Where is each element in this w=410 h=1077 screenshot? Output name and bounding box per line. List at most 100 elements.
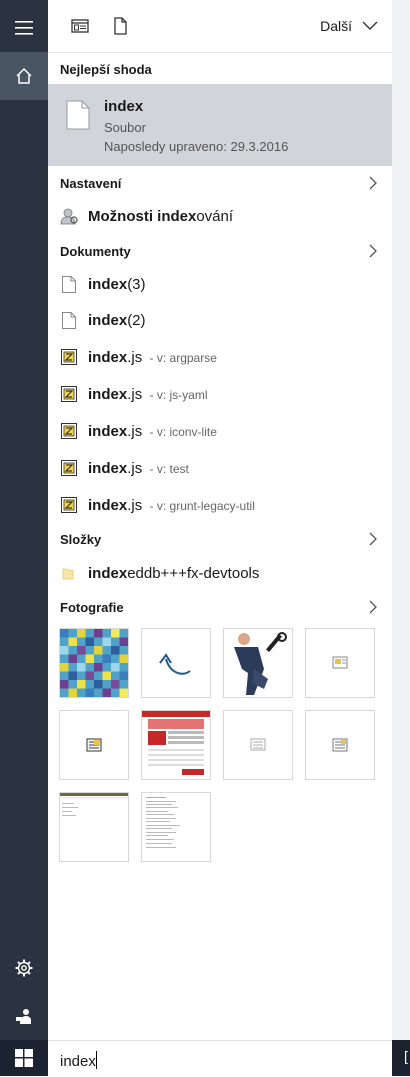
settings-section-header[interactable]: Nastavení <box>48 166 392 200</box>
search-input[interactable]: index <box>60 1053 96 1070</box>
photo-thumbnail[interactable] <box>59 710 129 780</box>
document-item[interactable]: index.js - v: grunt-legacy-util <box>48 487 392 523</box>
back-arrow-image <box>159 653 191 675</box>
photo-thumbnail[interactable] <box>141 710 211 780</box>
filter-toolbar: Další <box>48 0 392 53</box>
document-icon <box>60 311 78 329</box>
document-name-rest: .js <box>127 422 143 440</box>
settings-item-rest: ování <box>196 207 234 225</box>
desktop-edge: [ <box>392 0 410 1076</box>
more-filters-label: Další <box>320 18 352 34</box>
photo-thumbnail[interactable] <box>223 710 293 780</box>
settings-button[interactable] <box>0 944 48 992</box>
home-button[interactable] <box>0 52 48 100</box>
settings-header-label: Nastavení <box>60 175 122 191</box>
image-file-icon <box>86 738 102 752</box>
document-name-bold: index <box>88 275 128 293</box>
chevron-right-icon <box>369 244 377 258</box>
businessman-image <box>234 632 287 695</box>
taskbar-glyph: [ <box>404 1048 408 1064</box>
windows-logo-icon <box>15 1049 33 1067</box>
folders-header-label: Složky <box>60 531 102 547</box>
photo-thumbnail[interactable] <box>59 792 129 862</box>
documents-filter-icon[interactable] <box>110 16 130 36</box>
folder-icon <box>60 564 78 582</box>
left-rail <box>0 0 48 1076</box>
best-match-header-label: Nejlepší shoda <box>60 61 152 77</box>
js-file-icon <box>60 348 78 366</box>
image-file-icon <box>250 738 266 751</box>
document-item[interactable]: index.js - v: js-yaml <box>48 376 392 412</box>
folder-name-bold: index <box>88 564 128 582</box>
document-name-rest: (3) <box>127 275 146 293</box>
document-name-rest: (2) <box>127 311 146 329</box>
indexing-user-icon <box>60 207 78 225</box>
taskbar-edge: [ <box>392 1040 410 1076</box>
photos-section-header[interactable]: Fotografie <box>48 590 392 624</box>
webpage-screenshot-image <box>142 711 210 775</box>
document-location: - v: test <box>146 461 189 476</box>
document-location: - v: iconv-lite <box>146 424 217 439</box>
photo-thumbnail[interactable] <box>59 628 129 698</box>
photo-thumbnail[interactable] <box>223 628 293 698</box>
document-item[interactable]: index.js - v: argparse <box>48 339 392 375</box>
document-name-bold: index <box>88 348 128 366</box>
document-name-bold: index <box>88 459 128 477</box>
best-match-title: index <box>104 98 144 115</box>
photos-header-label: Fotografie <box>60 599 124 615</box>
document-location: - v: argparse <box>146 350 217 365</box>
folder-name-rest: eddb+++fx-devtools <box>127 564 260 582</box>
apps-filter-icon[interactable] <box>70 16 90 36</box>
document-name-bold: index <box>88 496 128 514</box>
folder-item[interactable]: indexeddb+++fx-devtools <box>48 555 392 591</box>
more-filters-dropdown[interactable]: Další <box>320 18 378 34</box>
hamburger-menu-button[interactable] <box>0 4 48 52</box>
document-name-bold: index <box>88 385 128 403</box>
documents-section-header[interactable]: Dokumenty <box>48 234 392 268</box>
feedback-person-icon <box>16 1009 31 1024</box>
js-file-icon <box>60 459 78 477</box>
document-name-rest: .js <box>127 385 143 403</box>
chevron-right-icon <box>369 176 377 190</box>
best-match-item[interactable]: index Soubor Naposledy upraveno: 29.3.20… <box>48 84 392 166</box>
photo-thumbnail[interactable] <box>141 628 211 698</box>
document-item[interactable]: index.js - v: test <box>48 450 392 486</box>
document-name-rest: .js <box>127 496 143 514</box>
image-file-icon <box>332 738 348 752</box>
best-match-modified: Naposledy upraveno: 29.3.2016 <box>104 139 289 154</box>
text-caret <box>95 1051 97 1069</box>
document-item[interactable]: index.js - v: iconv-lite <box>48 413 392 449</box>
start-button[interactable] <box>0 1040 48 1076</box>
feedback-button[interactable] <box>0 992 48 1040</box>
photo-thumbnail[interactable] <box>305 710 375 780</box>
search-bar[interactable]: index <box>48 1040 392 1077</box>
document-location: - v: grunt-legacy-util <box>146 498 255 513</box>
hamburger-icon <box>15 21 33 35</box>
mosaic-image <box>60 629 128 697</box>
document-name-rest: .js <box>127 348 143 366</box>
js-file-icon <box>60 496 78 514</box>
folders-section-header[interactable]: Složky <box>48 522 392 556</box>
js-file-icon <box>60 385 78 403</box>
document-item[interactable]: index(3) <box>48 266 392 302</box>
document-icon <box>60 275 78 293</box>
document-name-bold: index <box>88 422 128 440</box>
best-match-type: Soubor <box>104 120 146 135</box>
document-screenshot-image <box>60 793 128 816</box>
settings-item-bold: Možnosti index <box>88 207 197 225</box>
home-icon <box>16 67 32 84</box>
photo-thumbnail[interactable] <box>305 628 375 698</box>
chevron-right-icon <box>369 532 377 546</box>
chevron-down-icon <box>362 21 378 30</box>
photo-thumbnail[interactable] <box>141 792 211 862</box>
image-file-icon <box>332 656 348 669</box>
gear-icon <box>15 959 33 977</box>
document-icon <box>66 100 90 130</box>
document-name-bold: index <box>88 311 128 329</box>
settings-item-indexing-options[interactable]: Možnosti indexování <box>48 198 392 234</box>
document-location: - v: js-yaml <box>146 387 208 402</box>
chevron-right-icon <box>369 600 377 614</box>
documents-header-label: Dokumenty <box>60 243 131 259</box>
document-name-rest: .js <box>127 459 143 477</box>
document-item[interactable]: index(2) <box>48 302 392 338</box>
